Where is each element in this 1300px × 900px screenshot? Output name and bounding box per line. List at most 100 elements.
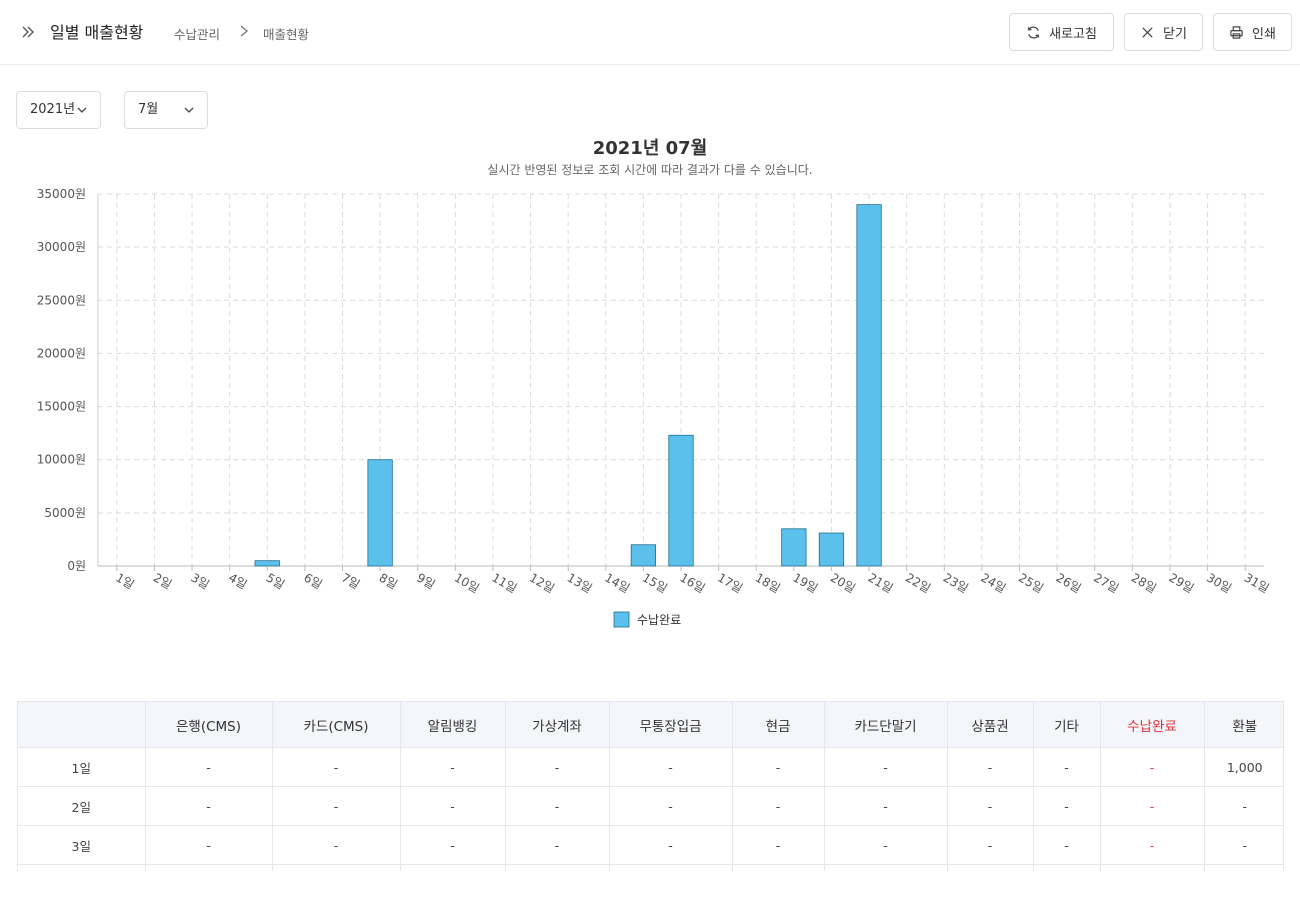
x-tick-label: 18일 — [753, 570, 783, 595]
breadcrumb-item-sales: 매출현황 — [263, 27, 310, 42]
bar — [668, 434, 694, 567]
table-cell: - — [505, 747, 610, 787]
table-cell: - — [400, 864, 506, 871]
column-header: 가상계좌 — [505, 701, 610, 748]
table-cell: - — [1204, 786, 1283, 826]
x-tick-label: 15일 — [640, 570, 670, 595]
table-cell: - — [1033, 825, 1101, 865]
x-tick-label: 14일 — [602, 570, 632, 595]
breadcrumb-item-billing[interactable]: 수납관리 — [174, 24, 220, 43]
column-header: 알림뱅킹 — [400, 701, 506, 748]
table-cell: - — [1100, 747, 1205, 787]
x-tick-label: 19일 — [790, 570, 820, 595]
table-cell: - — [1100, 786, 1205, 826]
y-tick-label: 30000원 — [37, 240, 86, 254]
bar — [781, 528, 807, 567]
daily-sales-bar-chart: 0원 5000원 10000원 15000원 20000원 25000원 30000원 350… — [37, 187, 1272, 628]
column-header: 수납완료 — [1100, 701, 1205, 748]
row-day-label: 2일 — [18, 786, 146, 826]
refresh-icon — [1027, 25, 1040, 39]
y-tick-label: 10000원 — [37, 453, 86, 467]
y-tick-label: 25000원 — [37, 293, 86, 307]
table-cell: - — [824, 825, 948, 865]
table-cell: - — [1204, 825, 1283, 865]
chevron-down-icon — [77, 107, 87, 113]
x-tick-label: 12일 — [527, 570, 557, 595]
table-cell: - — [947, 786, 1034, 826]
column-header: 무통장입금 — [609, 701, 733, 748]
table-cell: - — [1100, 825, 1205, 865]
x-tick-label: 21일 — [866, 570, 896, 595]
table-cell: - — [400, 825, 506, 865]
year-select[interactable]: 2021년 — [16, 91, 101, 129]
table-cell: - — [1100, 864, 1205, 871]
month-select-value: 7월 — [138, 102, 159, 117]
table-cell: - — [1033, 747, 1101, 787]
legend-label: 수납완료 — [637, 613, 681, 627]
top-bar: 일별 매출현황 수납관리 매출현황 새로고침 닫기 인쇄 — [0, 0, 1300, 65]
table-cell: - — [732, 825, 825, 865]
table-body: 1일 - - - - - - - - - -1,000 2일 - - - - - - - - - - -3일 - - - - - - - -… — [18, 747, 1283, 871]
table-cell: - — [947, 825, 1034, 865]
table-cell: - — [145, 825, 273, 865]
y-tick-label: 0원 — [67, 559, 86, 573]
table-cell: - — [145, 747, 273, 787]
x-tick-label: 4일 — [226, 570, 249, 591]
double-chevron-right-icon[interactable] — [18, 22, 38, 42]
x-tick-label: 7일 — [339, 570, 362, 591]
x-tick-label: 3일 — [189, 570, 212, 591]
row-day-label: 4일 — [18, 864, 146, 871]
sales-table-container[interactable]: 은행(CMS) 카드(CMS) 알림뱅킹 가상계좌 무통장입금 현금 카드단말기 상품권 기타 수… — [17, 701, 1284, 871]
x-tick-label: 1일 — [113, 570, 136, 591]
chevron-right-icon — [240, 25, 249, 37]
x-tick-label: 31일 — [1242, 570, 1272, 595]
table-cell: - — [505, 864, 610, 871]
bar — [818, 532, 845, 567]
x-tick-label: 30일 — [1204, 570, 1234, 595]
table-cell: - — [400, 786, 506, 826]
table-cell: - — [824, 747, 948, 787]
x-tick-label: 25일 — [1016, 570, 1046, 595]
x-tick-label: 9일 — [414, 570, 437, 591]
table-cell: 1,000 — [1204, 747, 1283, 787]
table-cell: - — [609, 825, 733, 865]
x-tick-label: 22일 — [903, 570, 933, 595]
refresh-button[interactable]: 새로고침 — [1009, 13, 1114, 51]
print-button[interactable]: 인쇄 — [1213, 13, 1292, 51]
x-tick-label: 20일 — [828, 570, 858, 595]
table-cell: - — [824, 864, 948, 871]
row-day-label: 3일 — [18, 825, 146, 865]
table-row: 2일 - - - - - - - - - - - — [18, 786, 1283, 826]
table-row: 4일----------- — [18, 864, 1283, 871]
table-cell: - — [400, 747, 506, 787]
bar — [856, 204, 882, 567]
table-cell: - — [272, 747, 401, 787]
close-button[interactable]: 닫기 — [1124, 13, 1203, 51]
table-cell: - — [609, 864, 733, 871]
table-header-row: 은행(CMS) 카드(CMS) 알림뱅킹 가상계좌 무통장입금 현금 카드단말기 상품권 기타 수… — [18, 701, 1283, 748]
column-header: 현금 — [732, 701, 825, 748]
table-cell: - — [1033, 786, 1101, 826]
y-tick-label: 5000원 — [44, 506, 86, 520]
x-tick-label: 23일 — [941, 570, 971, 595]
close-icon — [1142, 26, 1153, 38]
table-row: 1일 - - - - - - - - - -1,000 — [18, 747, 1283, 787]
x-tick-label: 6일 — [301, 570, 324, 591]
column-header: 은행(CMS) — [145, 701, 273, 748]
x-tick-label: 26일 — [1054, 570, 1084, 595]
table-cell: - — [732, 864, 825, 871]
x-tick-label: 11일 — [489, 570, 519, 595]
close-button-label: 닫기 — [1163, 26, 1187, 42]
x-tick-label: 13일 — [565, 570, 595, 595]
column-header: 카드(CMS) — [272, 701, 401, 748]
y-tick-label: 35000원 — [37, 187, 86, 201]
table-cell: - — [145, 786, 273, 826]
y-tick-label: 15000원 — [37, 400, 86, 414]
month-select[interactable]: 7월 — [124, 91, 208, 129]
x-tick-label: 17일 — [715, 570, 745, 595]
table-cell: - — [1204, 864, 1283, 871]
refresh-button-label: 새로고침 — [1049, 26, 1097, 42]
table-cell: - — [609, 747, 733, 787]
bar — [367, 459, 393, 567]
x-tick-label: 29일 — [1166, 570, 1196, 595]
